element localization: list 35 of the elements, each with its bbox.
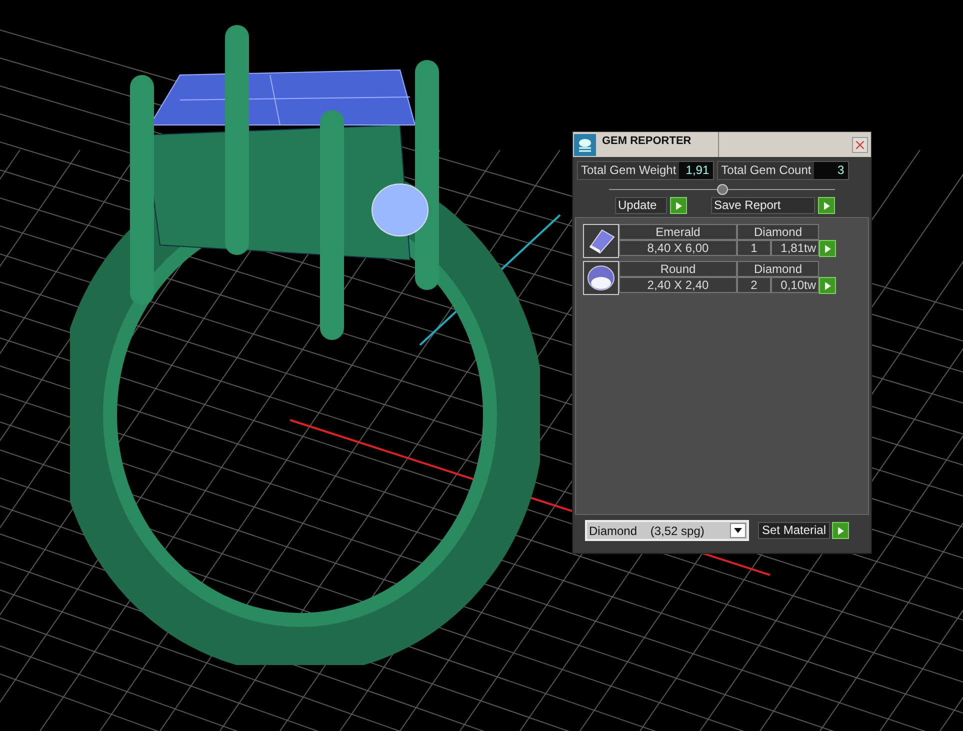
play-icon [676, 202, 682, 210]
gem-material: Diamond [737, 261, 819, 277]
gem-shape: Emerald [619, 224, 737, 240]
gem-shape: Round [619, 261, 737, 277]
gem-thumbnail[interactable] [583, 261, 619, 295]
gem-material: Diamond [737, 224, 819, 240]
total-value: 1,91 [679, 162, 714, 179]
material-dropdown[interactable]: Diamond (3,52 spg) [585, 520, 749, 541]
gem-weight: 0,10tw [771, 277, 819, 293]
gem-thumbnail[interactable] [583, 224, 619, 258]
gem-size: 8,40 X 6,00 [619, 240, 737, 256]
action-button[interactable]: Save Report [711, 197, 815, 214]
total-label: Total Gem Weight [578, 162, 680, 179]
window-title: GEM REPORTER [602, 134, 692, 149]
play-icon [824, 202, 830, 210]
total-label: Total Gem Count [718, 162, 814, 179]
run-button[interactable] [832, 522, 850, 539]
gem-count: 2 [737, 277, 771, 293]
material-value: Diamond (3,52 spg) [588, 522, 706, 540]
app-icon [574, 134, 596, 156]
close-button[interactable] [852, 136, 868, 152]
play-icon [824, 282, 830, 290]
gem-weight: 1,81tw [771, 240, 819, 256]
gem-run-button[interactable] [819, 277, 836, 294]
action-button[interactable]: Update [615, 197, 667, 214]
play-icon [824, 244, 830, 252]
round-gem-icon [586, 264, 616, 292]
set-material-button[interactable]: Set Material [758, 522, 830, 539]
play-icon [838, 526, 844, 534]
gem-run-button[interactable] [819, 240, 836, 257]
total-value: 3 [814, 162, 848, 179]
collapse-handle[interactable] [717, 184, 728, 194]
close-icon [856, 140, 864, 148]
gem-size: 2,40 X 2,40 [619, 277, 737, 293]
gem-count: 1 [737, 240, 771, 256]
